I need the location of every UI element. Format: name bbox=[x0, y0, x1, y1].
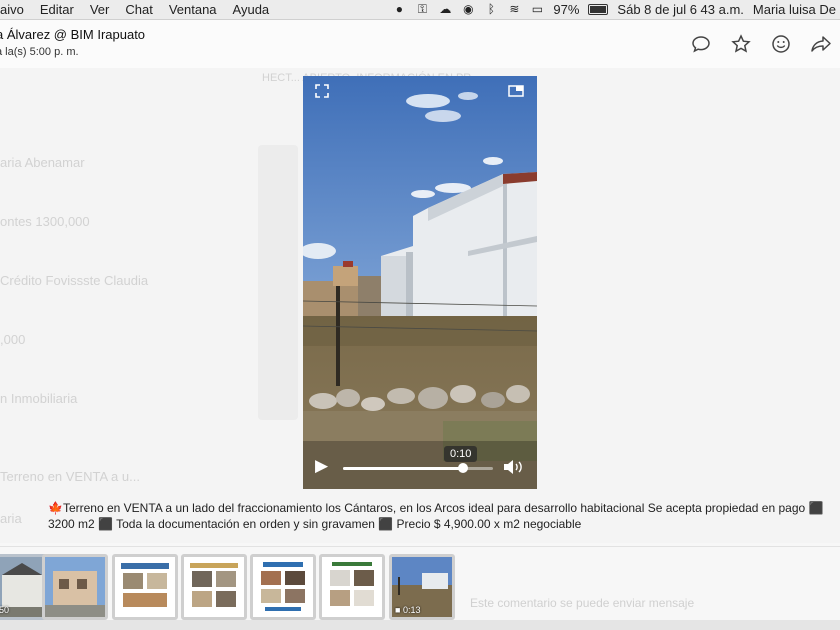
battery-icon[interactable] bbox=[588, 4, 609, 15]
menu-list: aivo Editar Ver Chat Ventana Ayuda bbox=[0, 2, 277, 17]
menu-item-ver[interactable]: Ver bbox=[82, 2, 118, 17]
header-actions bbox=[690, 34, 832, 60]
chat-bubble-icon[interactable] bbox=[690, 34, 712, 60]
fullscreen-icon[interactable] bbox=[315, 84, 329, 98]
ghost-contact: Terreno en VENTA a u... bbox=[0, 469, 140, 484]
app-status-icon[interactable]: ● bbox=[392, 3, 406, 16]
menu-item-ventana[interactable]: Ventana bbox=[161, 2, 225, 17]
last-active-status: a la(s) 5:00 p. m. bbox=[0, 46, 79, 58]
video-progress-knob[interactable] bbox=[458, 463, 468, 473]
ghost-contact: aria Abenamar bbox=[0, 155, 85, 170]
wifi-icon[interactable]: ≋ bbox=[507, 3, 521, 16]
play-icon[interactable]: ▶ bbox=[315, 456, 328, 476]
conversation-header: a Álvarez @ BIM Irapuato a la(s) 5:00 p.… bbox=[0, 20, 840, 68]
menu-item-chat[interactable]: Chat bbox=[117, 2, 160, 17]
picture-in-picture-icon[interactable] bbox=[508, 84, 524, 98]
menu-bar: aivo Editar Ver Chat Ventana Ayuda ● ⚿ ☁… bbox=[0, 0, 840, 20]
ghost-image bbox=[258, 145, 298, 420]
media-thumbnail-strip: 50 ■ 0:13 bbox=[0, 552, 840, 620]
star-icon[interactable] bbox=[730, 34, 752, 60]
ghost-contact: n Inmobiliaria bbox=[0, 391, 78, 406]
ghost-contact: Crédito Fovissste Claudia bbox=[0, 273, 149, 288]
bluetooth-icon[interactable]: ᛒ bbox=[484, 3, 498, 16]
media-thumbnail[interactable] bbox=[250, 554, 316, 620]
media-thumbnail-video[interactable]: ■ 0:13 bbox=[389, 554, 455, 620]
video-player[interactable]: ▶ 0:10 bbox=[303, 76, 537, 489]
video-progress-fill bbox=[343, 467, 463, 470]
menu-item-archivo[interactable]: aivo bbox=[0, 2, 32, 17]
menu-item-editar[interactable]: Editar bbox=[32, 2, 82, 17]
cloud-icon[interactable]: ☁ bbox=[438, 3, 452, 16]
ghost-contact: aria bbox=[0, 511, 22, 526]
ghost-contact: ontes 1300,000 bbox=[0, 214, 90, 229]
media-thumbnail[interactable] bbox=[112, 554, 178, 620]
battery-percent: 97% bbox=[553, 2, 580, 17]
volume-icon[interactable] bbox=[503, 459, 525, 475]
menu-item-ayuda[interactable]: Ayuda bbox=[225, 2, 278, 17]
airdrop-icon[interactable]: ◉ bbox=[461, 3, 475, 16]
post-caption: 🍁Terreno en VENTA a un lado del fraccion… bbox=[48, 501, 824, 531]
thumbnail-label: 50 bbox=[0, 605, 10, 615]
status-area: ● ⚿ ☁ ◉ ᛒ ≋ ▭ 97% Sáb 8 de jul 6 43 a.m.… bbox=[392, 2, 840, 17]
video-time-tooltip: 0:10 bbox=[444, 446, 478, 462]
user-name[interactable]: Maria luisa De bbox=[753, 2, 836, 17]
share-icon[interactable] bbox=[810, 34, 832, 60]
video-camera-icon: ■ bbox=[395, 605, 401, 615]
video-duration: 0:13 bbox=[402, 605, 421, 615]
clock[interactable]: Sáb 8 de jul 6 43 a.m. bbox=[617, 2, 743, 17]
video-frame bbox=[303, 76, 537, 489]
divider bbox=[0, 546, 840, 547]
thumbnail-label: ■ 0:13 bbox=[395, 605, 420, 615]
smiley-icon[interactable] bbox=[770, 34, 792, 60]
key-icon[interactable]: ⚿ bbox=[415, 3, 429, 16]
airplay-icon[interactable]: ▭ bbox=[530, 3, 544, 16]
media-thumbnail[interactable] bbox=[319, 554, 385, 620]
media-thumbnail[interactable] bbox=[42, 554, 108, 620]
media-thumbnail[interactable] bbox=[181, 554, 247, 620]
conversation-title: a Álvarez @ BIM Irapuato bbox=[0, 27, 146, 42]
ghost-contact: ,000 bbox=[0, 332, 26, 347]
video-progress-bar[interactable] bbox=[343, 463, 493, 473]
bottom-bar bbox=[0, 620, 840, 630]
compose-placeholder[interactable]: Este comentario se puede enviar mensaje bbox=[470, 596, 694, 610]
